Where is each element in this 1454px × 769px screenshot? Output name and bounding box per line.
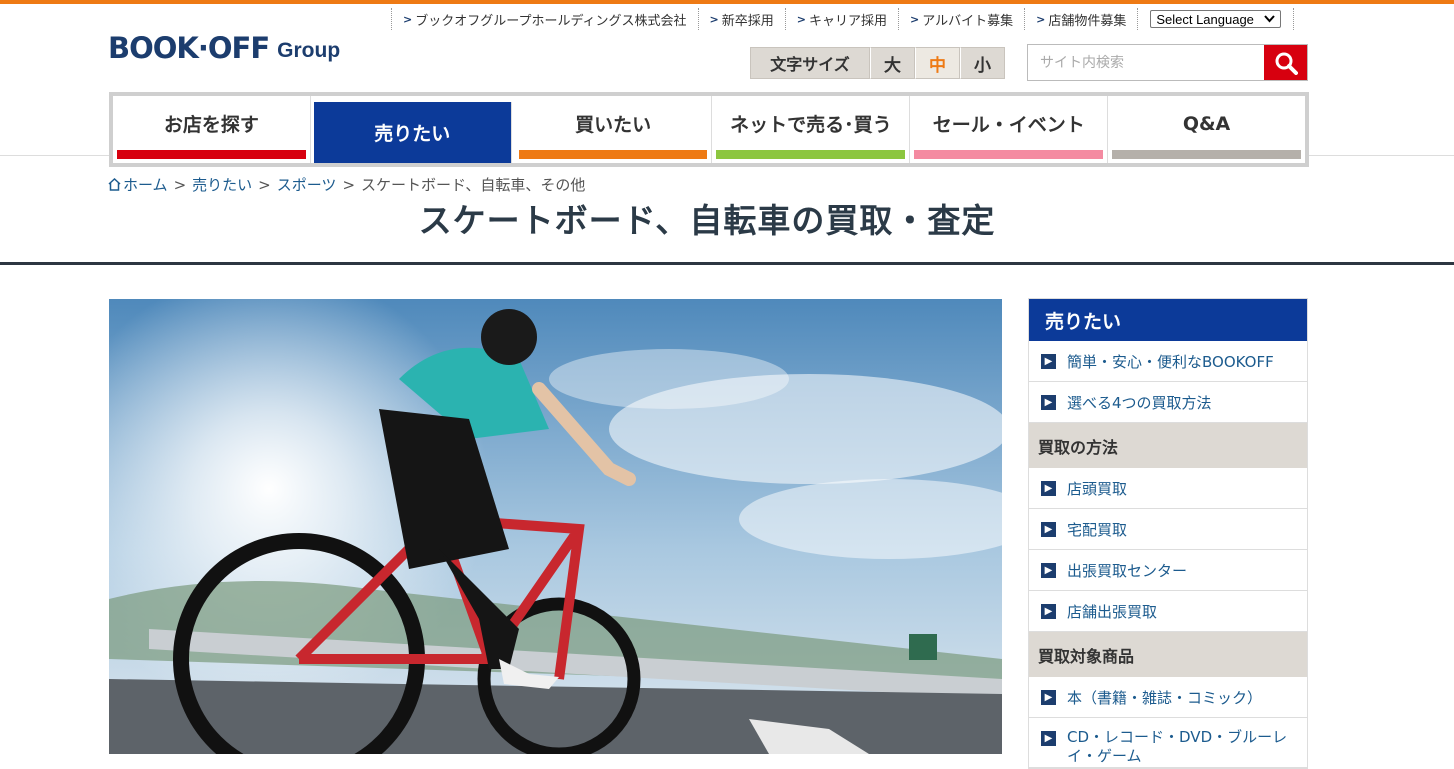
page-title: スケートボード、自転車の買取・査定: [418, 201, 996, 240]
breadcrumb-home[interactable]: ホーム: [123, 174, 168, 195]
sidebar-link-label: CD・レコード・DVD・ブルーレイ・ゲーム: [1067, 728, 1288, 765]
font-size-medium-button[interactable]: 中: [915, 47, 960, 79]
sidebar-heading: 売りたい: [1029, 299, 1307, 341]
chevron-right-icon: ▶: [1041, 603, 1056, 619]
util-link-label: アルバイト募集: [922, 13, 1014, 29]
sidebar-link-label: 出張買取センター: [1067, 561, 1188, 580]
top-accent-bar: [0, 0, 1454, 4]
font-size-large-button[interactable]: 大: [870, 47, 915, 79]
language-select-label: Select Language: [1156, 11, 1254, 27]
gnav-label: ネットで売る･買う: [730, 114, 892, 136]
sidebar-link-label: 店頭買取: [1067, 479, 1128, 498]
util-link-part-time[interactable]: > アルバイト募集: [898, 8, 1024, 30]
search-input[interactable]: [1028, 45, 1264, 80]
util-link-label: 新卒採用: [721, 13, 774, 29]
sidebar-link-label: 簡単・安心・便利なBOOKOFF: [1067, 352, 1274, 371]
breadcrumb-separator: >: [258, 175, 271, 194]
search-button[interactable]: [1264, 45, 1307, 80]
gnav-label: Q&A: [1182, 112, 1231, 135]
site-search: [1027, 44, 1308, 81]
chevron-down-icon: [1264, 15, 1276, 23]
breadcrumb-sell[interactable]: 売りたい: [192, 174, 252, 195]
sidebar-link-media-games[interactable]: ▶ CD・レコード・DVD・ブルーレイ・ゲーム: [1029, 718, 1307, 768]
gnav-sell[interactable]: 売りたい: [313, 102, 512, 163]
sidebar-link-label: 本（書籍・雑誌・コミック）: [1067, 688, 1263, 707]
sidebar-link-label: 宅配買取: [1067, 520, 1128, 539]
util-link-label: 店舗物件募集: [1048, 13, 1127, 29]
chevron-right-icon: ▶: [1041, 689, 1056, 705]
sidebar-link-store-visit[interactable]: ▶ 店舗出張買取: [1029, 591, 1307, 632]
chevron-right-icon: ▶: [1041, 353, 1056, 369]
gnav-label: お店を探す: [163, 114, 259, 136]
chevron-right-icon: >: [709, 12, 719, 26]
util-link-new-grad[interactable]: > 新卒採用: [697, 8, 785, 30]
font-size-label: 文字サイズ: [750, 47, 870, 79]
sidebar-sell-menu: 売りたい ▶ 簡単・安心・便利なBOOKOFF ▶ 選べる4つの買取方法 買取の…: [1028, 298, 1308, 769]
util-link-label: キャリア採用: [808, 13, 887, 29]
chevron-right-icon: ▶: [1041, 521, 1056, 537]
sidebar-link-in-store[interactable]: ▶ 店頭買取: [1029, 468, 1307, 509]
utility-nav: > ブックオフグループホールディングス株式会社 > 新卒採用 > キャリア採用 > アル…: [391, 8, 1295, 30]
breadcrumb-separator: >: [173, 175, 187, 194]
breadcrumb-current: スケートボード、自転車、その他: [361, 176, 586, 194]
chevron-right-icon: ▶: [1041, 480, 1056, 496]
gnav-color-bar: [117, 150, 306, 159]
gnav-buy[interactable]: 買いたい: [515, 96, 713, 163]
home-icon: [108, 178, 121, 191]
gnav-color-bar: [518, 150, 708, 159]
util-link-holdings[interactable]: > ブックオフグループホールディングス株式会社: [391, 8, 698, 30]
breadcrumb-separator: >: [342, 175, 356, 194]
gnav-color-bar: [914, 150, 1104, 159]
font-size-small-button[interactable]: 小: [960, 47, 1005, 79]
sidebar-link-label: 店舗出張買取: [1067, 602, 1158, 621]
util-link-store-property[interactable]: > 店舗物件募集: [1024, 8, 1137, 30]
gnav-find-store[interactable]: お店を探す: [113, 96, 311, 163]
sidebar-link-books[interactable]: ▶ 本（書籍・雑誌・コミック）: [1029, 677, 1307, 718]
chevron-right-icon: >: [910, 12, 920, 26]
global-nav: お店を探す 売りたい 買いたい ネットで売る･買う セール・イベント Q&A: [109, 92, 1309, 167]
hero-image-cyclist: [109, 299, 1002, 754]
util-link-career[interactable]: > キャリア採用: [784, 8, 898, 30]
breadcrumb-sports[interactable]: スポーツ: [277, 174, 337, 195]
logo-wordmark: BOOK·OFF: [108, 31, 270, 65]
sidebar-link-visit-center[interactable]: ▶ 出張買取センター: [1029, 550, 1307, 591]
language-container: Select Language: [1137, 8, 1295, 30]
sidebar-link-easy-safe[interactable]: ▶ 簡単・安心・便利なBOOKOFF: [1029, 341, 1307, 382]
sidebar-link-four-methods[interactable]: ▶ 選べる4つの買取方法: [1029, 382, 1307, 423]
gnav-label: 売りたい: [374, 123, 451, 145]
gnav-color-bar: [1112, 150, 1301, 159]
chevron-right-icon: ▶: [1041, 562, 1056, 578]
chevron-right-icon: >: [796, 12, 806, 26]
sidebar-section-title: 買取の方法: [1029, 423, 1307, 468]
gnav-qa[interactable]: Q&A: [1108, 96, 1305, 163]
language-select[interactable]: Select Language: [1150, 10, 1282, 28]
sidebar-link-delivery[interactable]: ▶ 宅配買取: [1029, 509, 1307, 550]
title-divider: [0, 262, 1454, 265]
sidebar-link-label: 選べる4つの買取方法: [1067, 393, 1212, 412]
chevron-right-icon: >: [1036, 12, 1046, 26]
sidebar-section-title: 買取対象商品: [1029, 632, 1307, 677]
font-size-control: 文字サイズ 大 中 小: [750, 47, 1005, 79]
gnav-label: セール・イベント: [932, 114, 1085, 136]
gnav-color-bar: [716, 150, 906, 159]
search-icon: [1275, 52, 1298, 75]
util-link-label: ブックオフグループホールディングス株式会社: [415, 13, 687, 29]
breadcrumb: ホーム > 売りたい > スポーツ > スケートボード、自転車、その他: [108, 174, 585, 195]
chevron-right-icon: >: [403, 12, 413, 26]
gnav-online[interactable]: ネットで売る･買う: [712, 96, 911, 163]
gnav-sale-event[interactable]: セール・イベント: [910, 96, 1109, 163]
chevron-right-icon: ▶: [1041, 394, 1056, 410]
chevron-right-icon: ▶: [1041, 731, 1056, 746]
logo-group-text: Group: [277, 39, 341, 62]
gnav-label: 買いたい: [575, 114, 652, 136]
bookoff-logo[interactable]: BOOK·OFF Group: [108, 26, 340, 70]
